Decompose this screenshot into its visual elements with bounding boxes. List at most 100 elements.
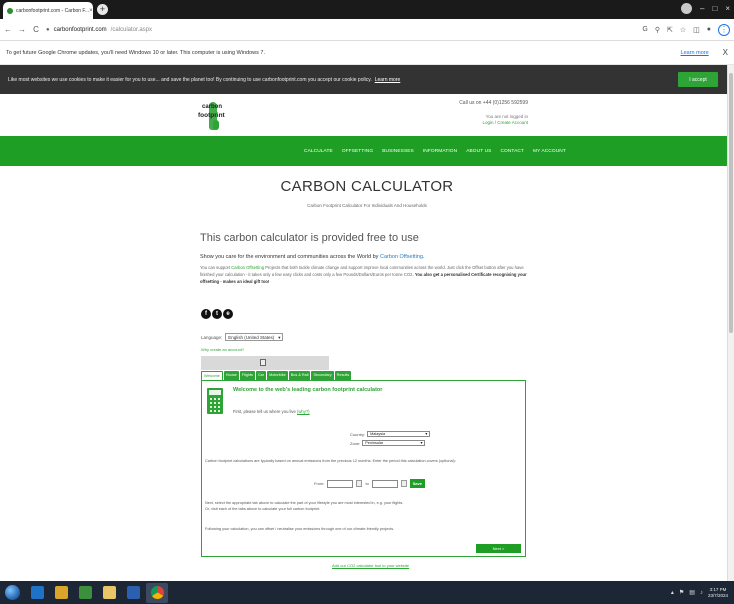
- from-date-input[interactable]: [327, 479, 354, 488]
- next-button[interactable]: Next >: [476, 544, 521, 553]
- period-instructions: Carbon footprint calculations are typica…: [205, 459, 456, 463]
- minimize-button[interactable]: –: [700, 4, 704, 13]
- network-icon[interactable]: ▤: [689, 589, 695, 596]
- taskbar-chrome[interactable]: [146, 582, 168, 603]
- tab-welcome[interactable]: Welcome: [201, 371, 223, 380]
- screen: carbonfootprint.com - Carbon F... × + – …: [0, 0, 734, 604]
- tab-flights[interactable]: Flights: [239, 371, 255, 380]
- window-controls: – □ ×: [681, 3, 730, 14]
- tab-results[interactable]: Results: [334, 371, 352, 380]
- to-date-input[interactable]: [371, 479, 398, 488]
- page-subtitle: Carbon Footprint Calculator For Individu…: [307, 203, 427, 208]
- flag-icon[interactable]: ⚑: [679, 589, 684, 596]
- cookie-accept-button[interactable]: I accept: [678, 72, 718, 87]
- maximize-button[interactable]: □: [712, 4, 717, 13]
- scrollbar-thumb[interactable]: [729, 73, 733, 333]
- tab-motorbike[interactable]: Motorbike: [267, 371, 288, 380]
- taskbar-media[interactable]: [50, 583, 72, 603]
- zoom-icon[interactable]: ⚲: [655, 26, 660, 34]
- lead-offsetting-link[interactable]: Carbon Offsetting: [380, 254, 423, 260]
- nav-information[interactable]: INFORMATION: [423, 149, 457, 154]
- new-tab-button[interactable]: +: [97, 4, 108, 15]
- zone-select[interactable]: Peninsular ▼: [362, 440, 426, 446]
- taskbar-app[interactable]: [74, 583, 96, 603]
- address-toolbar: ← → C ● carbonfootprint.com/calculator.a…: [0, 19, 734, 41]
- windows-logo-icon: [4, 585, 20, 600]
- nav-my-account[interactable]: MY ACCOUNT: [533, 149, 566, 154]
- bookmark-star-icon[interactable]: ☆: [680, 26, 686, 34]
- facebook-icon[interactable]: f: [201, 309, 211, 319]
- to-calendar-icon[interactable]: [400, 480, 407, 487]
- url-path: /calculator.aspx: [110, 26, 153, 33]
- taskbar-word[interactable]: [122, 583, 144, 603]
- tray-arrow-icon[interactable]: ▴: [671, 589, 674, 596]
- from-calendar-icon[interactable]: [356, 480, 363, 487]
- tab-bus-rail[interactable]: Bus & Rail: [288, 371, 311, 380]
- account-icon[interactable]: ●: [707, 26, 711, 33]
- why-create-account-link[interactable]: Why create an account?: [201, 347, 244, 352]
- forward-button[interactable]: →: [18, 25, 26, 34]
- language-select[interactable]: English (United States) ▼: [225, 333, 284, 341]
- email-icon[interactable]: e: [223, 309, 233, 319]
- internet-explorer-icon: [30, 586, 44, 599]
- site-favicon-icon: [7, 7, 13, 14]
- twitter-icon[interactable]: t: [212, 309, 222, 319]
- login-link[interactable]: Login / Create Account: [482, 120, 528, 126]
- lock-icon: ●: [46, 26, 50, 33]
- cookie-message: Like most websites we use cookies to mak…: [8, 76, 372, 83]
- save-button[interactable]: Save: [409, 479, 425, 488]
- chrome-menu-icon[interactable]: ⋮: [718, 23, 730, 36]
- sidebar-icon[interactable]: ◫: [693, 26, 700, 34]
- para-offsetting-link[interactable]: Carbon Offsetting: [231, 265, 264, 270]
- share-icon[interactable]: ⇱: [667, 26, 673, 34]
- url-bar[interactable]: ● carbonfootprint.com/calculator.aspx: [46, 23, 626, 37]
- infobar-close-button[interactable]: X: [723, 48, 728, 57]
- add-calculator-link[interactable]: Add our CO2 calculator tool to your webs…: [332, 563, 409, 568]
- social-buttons: f t e: [201, 309, 233, 319]
- nav-offsetting[interactable]: OFFSETTING: [342, 149, 373, 154]
- taskbar-ie[interactable]: [26, 583, 48, 603]
- country-select[interactable]: Malaysia ▼: [367, 431, 431, 437]
- welcome-title: Welcome to the web's leading carbon foot…: [233, 387, 383, 393]
- language-value: English (United States): [228, 334, 275, 340]
- reload-button[interactable]: C: [32, 25, 40, 34]
- window-close-button[interactable]: ×: [725, 4, 730, 13]
- calculator-panel: Welcome to the web's leading carbon foot…: [201, 380, 526, 557]
- country-label: Country:: [350, 431, 366, 437]
- tab-close-icon[interactable]: ×: [89, 8, 93, 14]
- tab-secondary[interactable]: Secondary: [311, 371, 334, 380]
- nav-calculate[interactable]: CALCULATE: [304, 149, 333, 154]
- url-host: carbonfootprint.com: [53, 26, 107, 33]
- language-row: Language: English (United States) ▼: [201, 333, 284, 341]
- tab-car[interactable]: Car: [255, 371, 267, 380]
- profile-avatar-icon[interactable]: [681, 3, 693, 14]
- folder-icon: [102, 586, 116, 599]
- page-title: CARBON CALCULATOR: [280, 178, 454, 195]
- nav-contact[interactable]: CONTACT: [500, 149, 524, 154]
- where-you-live-text: First, please tell us where you live (wh…: [233, 409, 310, 414]
- page-scrollbar[interactable]: [727, 65, 734, 581]
- site-logo[interactable]: carbon footprint: [196, 98, 236, 134]
- infobar-learn-more-link[interactable]: Learn more: [681, 50, 709, 56]
- back-button[interactable]: ←: [4, 25, 12, 34]
- system-tray: ▴ ⚑ ▤ ♪ 3:17 PM 23/7/2024: [671, 587, 734, 599]
- why-link[interactable]: (why?): [297, 409, 310, 414]
- clock[interactable]: 3:17 PM 23/7/2024: [708, 587, 728, 599]
- calculator-tabs: Welcome House Flights Car Motorbike Bus …: [201, 371, 352, 380]
- start-button[interactable]: [0, 581, 24, 604]
- browser-tab[interactable]: carbonfootprint.com - Carbon F... ×: [3, 2, 93, 19]
- word-icon: [126, 586, 140, 599]
- print-icon[interactable]: [260, 359, 266, 366]
- taskbar-explorer[interactable]: [98, 583, 120, 603]
- toolbar-icons: G ⚲ ⇱ ☆ ◫ ● ⋮: [642, 23, 730, 36]
- cookie-policy-link[interactable]: Learn more: [375, 77, 401, 83]
- tab-house[interactable]: House: [223, 371, 239, 380]
- green-app-icon: [78, 586, 92, 599]
- next-text-b: Or, visit each of the tabs above to calc…: [205, 506, 321, 511]
- lead-text: Show you care for the environment and co…: [200, 254, 380, 260]
- google-icon[interactable]: G: [642, 26, 647, 33]
- intro-content: This carbon calculator is provided free …: [200, 232, 530, 285]
- nav-businesses[interactable]: BUSINESSES: [382, 149, 414, 154]
- volume-icon[interactable]: ♪: [700, 590, 703, 596]
- nav-about-us[interactable]: ABOUT US: [466, 149, 491, 154]
